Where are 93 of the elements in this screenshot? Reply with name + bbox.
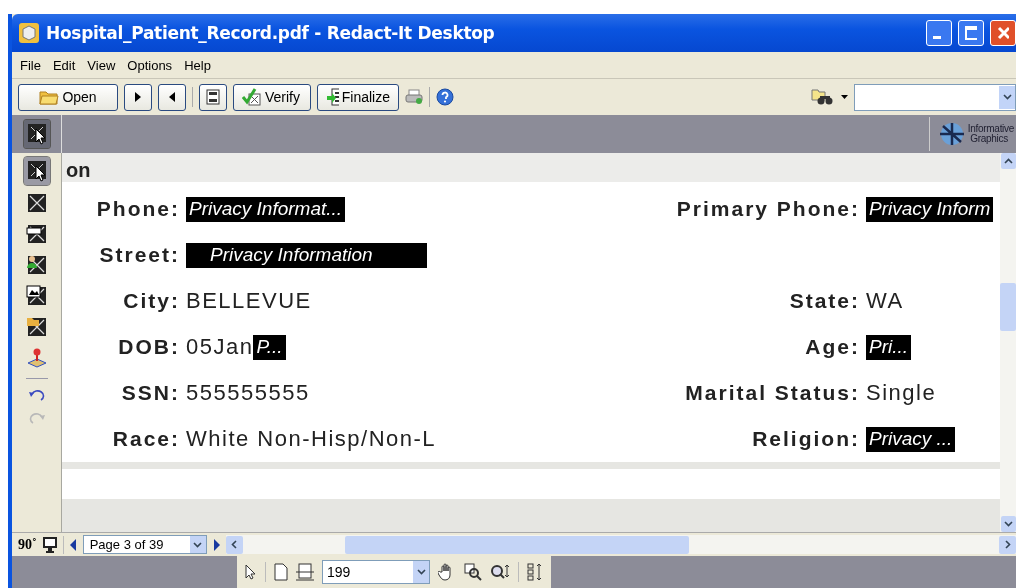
back-icon — [168, 91, 176, 103]
chevron-down-icon — [416, 569, 426, 575]
person-cross-icon — [25, 254, 48, 276]
folder-cross-icon — [25, 316, 48, 338]
chevron-down-icon — [1002, 94, 1012, 100]
field-label: State: — [788, 289, 860, 313]
close-icon — [997, 26, 1009, 40]
page-width-icon[interactable] — [296, 563, 314, 581]
field-label: Race: — [111, 427, 180, 451]
maximize-icon — [965, 26, 977, 40]
rotation-label[interactable]: 90˚ — [18, 536, 37, 553]
maximize-button[interactable] — [958, 20, 984, 46]
close-button[interactable] — [990, 20, 1016, 46]
zoom-field[interactable]: 199 — [322, 560, 430, 584]
scroll-left-button[interactable] — [225, 535, 243, 554]
zoom-icon[interactable] — [490, 563, 510, 581]
redaction-block: Privacy Inform — [866, 196, 994, 222]
scroll-down-button[interactable] — [1000, 516, 1016, 532]
scroll-thumb[interactable] — [1000, 283, 1016, 331]
redaction-block: P... — [253, 334, 286, 360]
menu-item[interactable]: View — [81, 55, 122, 75]
chevron-left-icon — [231, 540, 238, 549]
field-label: Religion: — [751, 427, 860, 451]
redaction-block: Privacy Information — [186, 242, 427, 268]
open-button[interactable]: Open — [18, 83, 118, 111]
printer-icon[interactable] — [405, 89, 423, 105]
previous-page-icon[interactable] — [69, 538, 77, 551]
previous-button[interactable] — [158, 83, 186, 111]
layout-icon — [206, 89, 220, 105]
check-document-icon — [242, 88, 262, 106]
verify-button[interactable]: Verify — [233, 83, 311, 111]
menu-item[interactable]: Help — [178, 55, 217, 75]
zoom-area-icon[interactable] — [464, 563, 482, 581]
field-value: White Non-Hisp/Non-L — [186, 426, 437, 452]
banner-cross-icon — [25, 223, 48, 245]
chevron-right-icon — [1004, 540, 1011, 549]
pointer-icon — [25, 159, 48, 183]
stamp-icon — [25, 347, 48, 369]
menu-item[interactable]: Options — [121, 55, 179, 75]
page-icon[interactable] — [274, 563, 288, 581]
search-combo-field[interactable] — [854, 83, 1016, 111]
redo-icon — [27, 411, 46, 425]
app-icon — [18, 22, 40, 44]
box-cross-icon — [25, 192, 48, 214]
next-button[interactable] — [124, 83, 152, 111]
menu-item[interactable]: File — [14, 55, 47, 75]
page-dropdown[interactable]: Page 3 of 39 — [82, 535, 207, 554]
pointer-icon[interactable] — [245, 564, 257, 580]
play-icon — [134, 91, 142, 103]
redact-tool-button[interactable] — [23, 157, 50, 185]
minimize-button[interactable] — [926, 20, 952, 46]
field-value: WA — [866, 288, 904, 314]
next-page-icon[interactable] — [212, 538, 220, 551]
brand-logo-text: Informative Graphics — [967, 124, 1015, 144]
dropdown-arrow-icon[interactable] — [841, 95, 848, 99]
picture-cross-icon — [25, 285, 48, 307]
field-label: Primary Phone: — [675, 197, 860, 221]
document-arrow-icon — [326, 88, 339, 106]
finalize-button[interactable]: Finalize — [317, 83, 399, 111]
chevron-down-icon — [1003, 521, 1013, 527]
field-value: 05Jan — [186, 334, 254, 360]
field-value: BELLEVUE — [186, 288, 312, 314]
undo-icon — [27, 388, 46, 402]
binoculars-icon[interactable] — [811, 88, 835, 106]
chevron-down-icon — [193, 541, 203, 548]
redaction-block: Privacy Informat... — [186, 196, 346, 222]
field-label: Age: — [804, 335, 860, 359]
field-value: 555555555 — [186, 380, 310, 406]
help-icon[interactable] — [436, 88, 454, 106]
scroll-right-button[interactable] — [999, 535, 1016, 554]
field-label: SSN: — [120, 381, 180, 405]
menu-item[interactable]: Edit — [46, 55, 82, 75]
field-label: DOB: — [117, 335, 180, 359]
scroll-up-button[interactable] — [1000, 153, 1016, 169]
minimize-icon — [933, 35, 941, 39]
field-label: Marital Status: — [684, 381, 860, 405]
field-value: Single — [866, 380, 937, 406]
field-label: Phone: — [95, 197, 180, 221]
scroll-thumb[interactable] — [344, 535, 689, 554]
section-title: on — [66, 158, 91, 182]
redaction-block: Pri... — [866, 334, 912, 360]
page-order-icon[interactable] — [527, 563, 543, 581]
folder-icon — [39, 89, 60, 105]
field-label: City: — [122, 289, 180, 313]
globe-logo-icon — [937, 120, 966, 148]
redaction-block: Privacy ... — [866, 426, 956, 452]
window-title: Hospital_Patient_Record.pdf - Redact-It Desktop — [46, 23, 496, 43]
monitor-icon[interactable] — [42, 536, 57, 553]
chevron-up-icon — [1003, 158, 1013, 164]
layout-button[interactable] — [199, 83, 227, 111]
pointer-tool-button[interactable] — [23, 120, 50, 148]
pointer-icon — [25, 122, 48, 146]
field-label: Street: — [98, 243, 180, 267]
